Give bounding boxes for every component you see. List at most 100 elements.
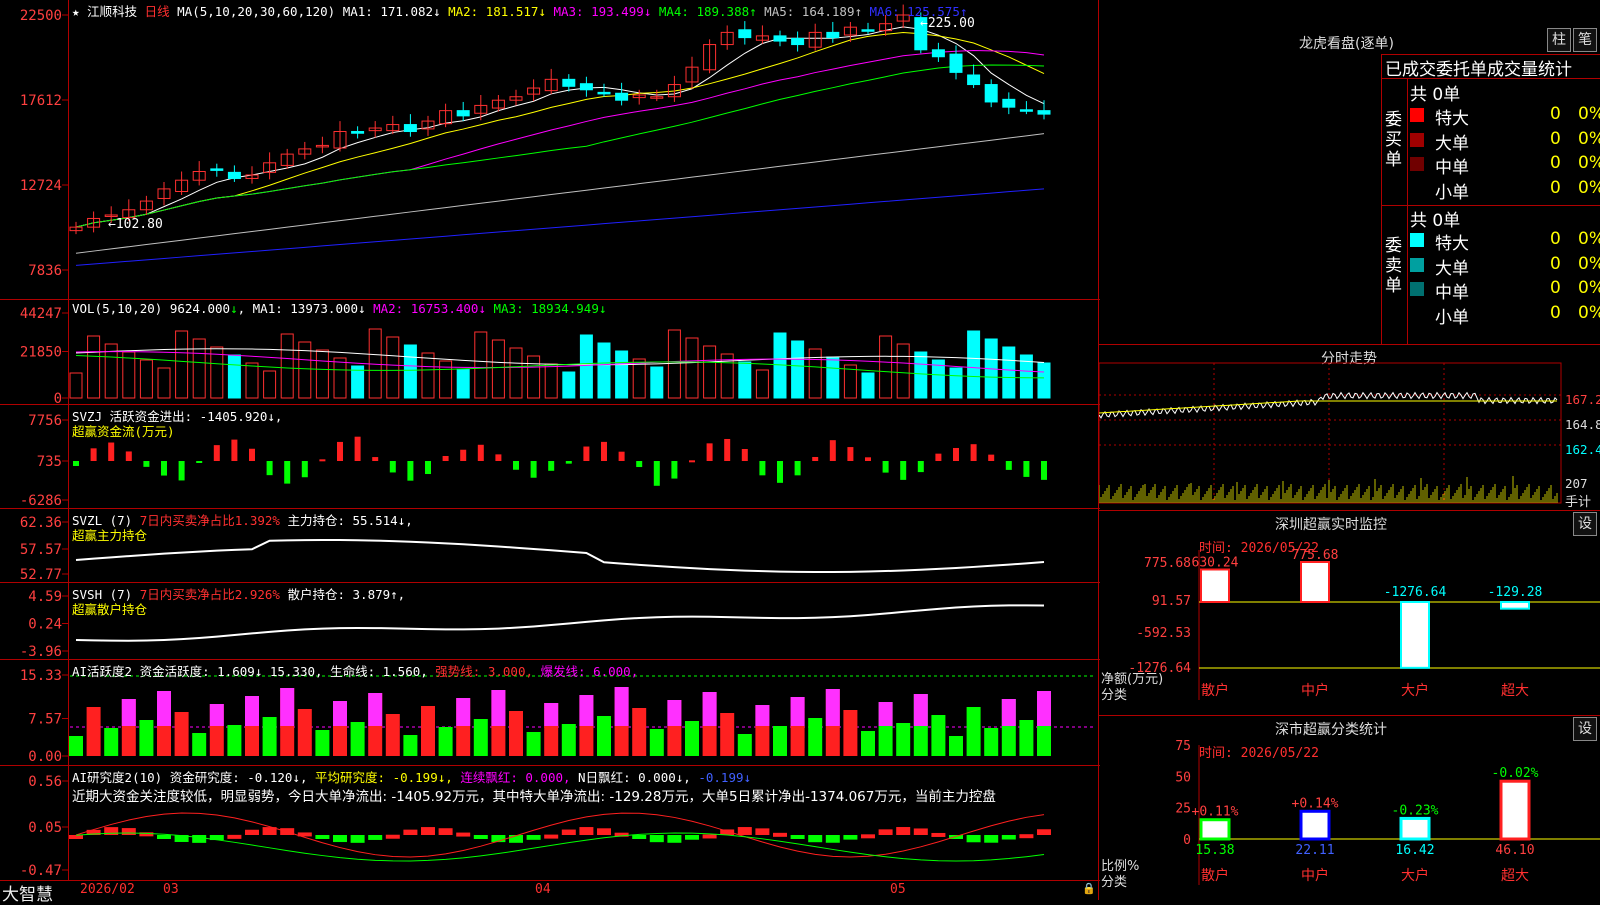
ai-active-bar xyxy=(526,732,541,756)
time-axis-bar[interactable]: 大智慧 2026/02 03 04 05 🔒 xyxy=(0,881,1098,905)
svzj-bar xyxy=(266,461,273,476)
ai-active-bar xyxy=(86,707,101,756)
ai-active-bar-top xyxy=(121,699,136,726)
vol-ma-value-1: MA2: 16753.400↓ xyxy=(373,301,494,316)
monitor-chart: 775.68 91.57 -592.53 -1276.64 630.24 散户 775.68… xyxy=(1128,548,1600,700)
vol-bar xyxy=(1037,362,1051,399)
svzj-bar xyxy=(460,449,467,461)
vol-y-tick-0: 44247 xyxy=(20,306,62,322)
svzl-holding: 主力持仓: 55.514↓, xyxy=(287,513,413,528)
svsh-line2: 超赢散户持仓 xyxy=(72,602,148,617)
main-y-tick-2: 12724 xyxy=(20,178,62,194)
bar-view-button[interactable]: 柱 xyxy=(1547,28,1571,52)
monitor-y-tick: 775.68 xyxy=(1144,556,1191,571)
classify-category: 中户 xyxy=(1301,867,1329,884)
detail-view-button[interactable]: 笔 xyxy=(1573,28,1597,52)
svzj-bar xyxy=(161,461,167,476)
ma-value-2: MA3: 193.499↓ xyxy=(553,4,659,19)
intraday-chart[interactable] xyxy=(1099,345,1600,510)
candle-body xyxy=(351,131,365,134)
buy-rows: 特大 0 0% 大单 0 0% 中单 0 0% 小单 0 0% xyxy=(1410,104,1600,203)
month-04: 04 xyxy=(535,882,551,897)
vol-y-tick-1: 21850 xyxy=(20,345,62,361)
ai-active-bar xyxy=(297,709,312,756)
lock-icon[interactable]: 🔒 xyxy=(1082,882,1096,895)
ai-active-bar xyxy=(843,710,858,756)
sell-row-0: 特大 0 0% xyxy=(1410,229,1600,254)
ai-active-bar xyxy=(509,711,523,756)
ai-research-bar xyxy=(368,835,383,840)
monitor-category: 超大 xyxy=(1501,683,1529,699)
monitor-bar-value: -1276.64 xyxy=(1384,585,1447,600)
chart-canvas[interactable]: 2250017612127247836←225.00←102.804424721… xyxy=(0,0,1100,880)
intraday-panel[interactable]: 分时走势 167.2 164.8 162.4 207 手计 xyxy=(1099,345,1600,510)
classify-change: +0.11% xyxy=(1192,805,1239,820)
vol-bar xyxy=(509,347,523,399)
ai-research-bar xyxy=(579,827,594,835)
classify-bar-1 xyxy=(1299,809,1331,841)
sell-label: 特大 xyxy=(1435,234,1469,254)
svzj-bar xyxy=(143,461,150,467)
classify-bar-0 xyxy=(1199,818,1231,841)
candle-body xyxy=(949,53,963,73)
vol-bar xyxy=(755,369,769,399)
vol-bar xyxy=(403,344,417,399)
buy-row-0: 特大 0 0% xyxy=(1410,104,1600,129)
period-label[interactable]: 日线 xyxy=(145,4,170,19)
favorite-star-icon[interactable]: ★ xyxy=(72,4,80,19)
left-chart-area[interactable]: 22500 17612 12724 7836 ←225.00 ←102.80 44247 21… xyxy=(0,0,1100,905)
monitor-y-tick: -592.53 xyxy=(1136,626,1191,641)
monitor-panel[interactable]: 深圳超赢实时监控 设 时间: 2026/05/22 775.68 91.57 -59… xyxy=(1099,510,1600,715)
ai-research-y-tick-1: 0.05 xyxy=(28,820,62,836)
candle-body xyxy=(931,49,945,58)
separator xyxy=(1381,54,1382,344)
intraday-frame xyxy=(1099,362,1562,504)
vol-bar xyxy=(615,350,629,399)
vol-bar xyxy=(122,351,136,399)
sell-pct: 0% xyxy=(1578,278,1600,298)
sell-swatch xyxy=(1410,233,1424,247)
ai-research-bar xyxy=(544,834,559,839)
svzj-bar xyxy=(372,457,379,461)
ai-active-bar xyxy=(227,725,242,756)
ai-active-bar xyxy=(949,736,963,756)
svzj-bar xyxy=(337,441,343,461)
ai-research-bar xyxy=(526,835,541,840)
vol-bar xyxy=(245,362,259,399)
sell-pct: 0% xyxy=(1578,229,1600,249)
sell-label: 小单 xyxy=(1435,307,1469,328)
vol-y-tick-2: 0 xyxy=(54,391,62,407)
svzj-line2: 超赢资金流(万元) xyxy=(72,424,175,439)
candle-body xyxy=(597,91,611,95)
candle-body xyxy=(861,29,875,32)
vol-bar xyxy=(491,339,505,399)
classify-panel[interactable]: 深市超赢分类统计 设 时间: 2026/05/22 75 50 25 0 +0.11% 1… xyxy=(1099,715,1600,900)
ai-research-bar xyxy=(157,835,171,839)
ai-active-bar xyxy=(685,721,699,756)
vol-header: VOL(5,10,20) 9624.000↓, MA1: 13973.000↓ … xyxy=(72,301,607,316)
ai-research-bar xyxy=(456,832,471,837)
svzj-bar xyxy=(953,447,959,461)
monitor-bar-2 xyxy=(1400,601,1430,669)
candle-body xyxy=(579,83,593,91)
svzj-bar xyxy=(477,444,484,461)
svzj-bar xyxy=(636,461,643,468)
ai-research-bar xyxy=(421,827,435,835)
buy-swatch xyxy=(1410,132,1424,147)
ai-research-item-3: N日飘红: 0.000↓, xyxy=(578,770,699,785)
ai-active-bar xyxy=(403,735,418,756)
ma-value-5: MA6: 125.575↑ xyxy=(869,4,968,19)
buy-row-1: 大单 0 0% xyxy=(1410,129,1600,154)
ai-research-bar xyxy=(755,828,770,835)
svzj-bar xyxy=(407,461,414,481)
ai-active-bar-top xyxy=(157,691,171,726)
classify-value: 15.38 xyxy=(1195,843,1234,858)
ai-research-bar xyxy=(438,828,453,835)
svzj-bar xyxy=(125,451,132,461)
svzj-bar xyxy=(706,443,713,461)
ai-active-header: AI活跃度2 资金活跃度: 1.609↓ 15.330, 生命线: 1.560,… xyxy=(72,661,638,680)
ai-comment: 近期大资金关注度较低，明显弱势，今日大单净流出: -1405.92万元，其中特大… xyxy=(72,789,996,805)
vol-bar xyxy=(386,336,400,399)
ai-active-item-3: 强势线: 3.000, xyxy=(435,664,541,679)
ai-active-bar-top xyxy=(1037,691,1051,726)
